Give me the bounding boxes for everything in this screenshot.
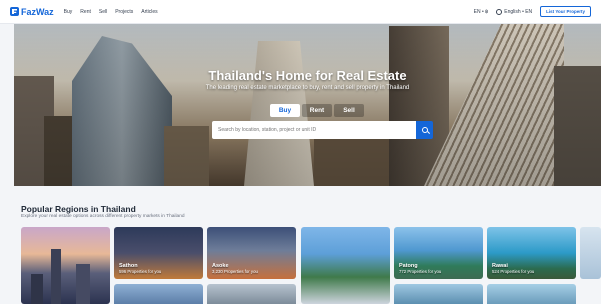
region-count: 772 Properties for you <box>399 269 442 274</box>
region-card-rawai[interactable]: Rawai 524 Properties for you <box>487 227 576 279</box>
region-label: Asoke 3,230 Properties for you <box>212 263 258 274</box>
region-label: Rawai 524 Properties for you <box>492 263 534 274</box>
logo[interactable]: FazWaz <box>10 7 54 17</box>
region-card-patong[interactable]: Patong 772 Properties for you <box>394 227 483 279</box>
search-box <box>212 121 416 139</box>
nav-link-buy[interactable]: Buy <box>64 9 73 15</box>
region-card[interactable] <box>301 227 390 304</box>
search-tabs: Buy Rent Sell <box>270 104 364 117</box>
nav-link-projects[interactable]: Projects <box>115 9 133 15</box>
currency-selector[interactable]: EN • ฿ <box>474 9 489 15</box>
search-button[interactable] <box>416 121 433 139</box>
list-property-button[interactable]: List Your Property <box>540 6 591 17</box>
search-icon <box>421 127 428 133</box>
region-card[interactable] <box>207 284 296 304</box>
region-count: 524 Properties for you <box>492 269 535 274</box>
nav-links: Buy Rent Sell Projects Articles <box>64 9 158 15</box>
globe-icon <box>496 8 503 15</box>
regions-title: Popular Regions in Thailand <box>21 204 136 214</box>
logo-icon <box>10 7 19 16</box>
regions-subtitle: Explore your real estate options across … <box>21 214 185 219</box>
language-label: English • EN <box>504 8 533 15</box>
nav-link-sell[interactable]: Sell <box>99 9 107 15</box>
hero-title: Thailand's Home for Real Estate <box>208 68 407 83</box>
region-card-asoke[interactable]: Asoke 3,230 Properties for you <box>207 227 296 279</box>
nav-right: EN • ฿ English • EN List Your Property <box>474 6 591 17</box>
region-label: Patong 772 Properties for you <box>399 263 441 274</box>
search-input[interactable] <box>218 127 410 133</box>
logo-text: FazWaz <box>21 6 54 17</box>
region-label: Sathon 596 Properties for you <box>119 263 161 274</box>
region-card[interactable] <box>487 284 576 304</box>
nav-link-rent[interactable]: Rent <box>80 9 91 15</box>
tab-buy[interactable]: Buy <box>270 104 300 117</box>
top-navbar: FazWaz Buy Rent Sell Projects Articles E… <box>0 0 601 24</box>
region-count: 3,230 Properties for you <box>212 269 258 274</box>
hero-subtitle: The leading real estate marketplace to b… <box>205 85 410 91</box>
language-selector[interactable]: English • EN <box>496 8 533 15</box>
region-card[interactable] <box>580 227 601 279</box>
region-card[interactable] <box>21 227 110 304</box>
region-count: 596 Properties for you <box>119 269 162 274</box>
region-card[interactable] <box>394 284 483 304</box>
region-card[interactable] <box>114 284 203 304</box>
tab-sell[interactable]: Sell <box>334 104 364 117</box>
nav-link-articles[interactable]: Articles <box>141 9 157 15</box>
hero-banner: Thailand's Home for Real Estate The lead… <box>14 24 601 186</box>
region-card-sathon[interactable]: Sathon 596 Properties for you <box>114 227 203 279</box>
tab-rent[interactable]: Rent <box>302 104 332 117</box>
